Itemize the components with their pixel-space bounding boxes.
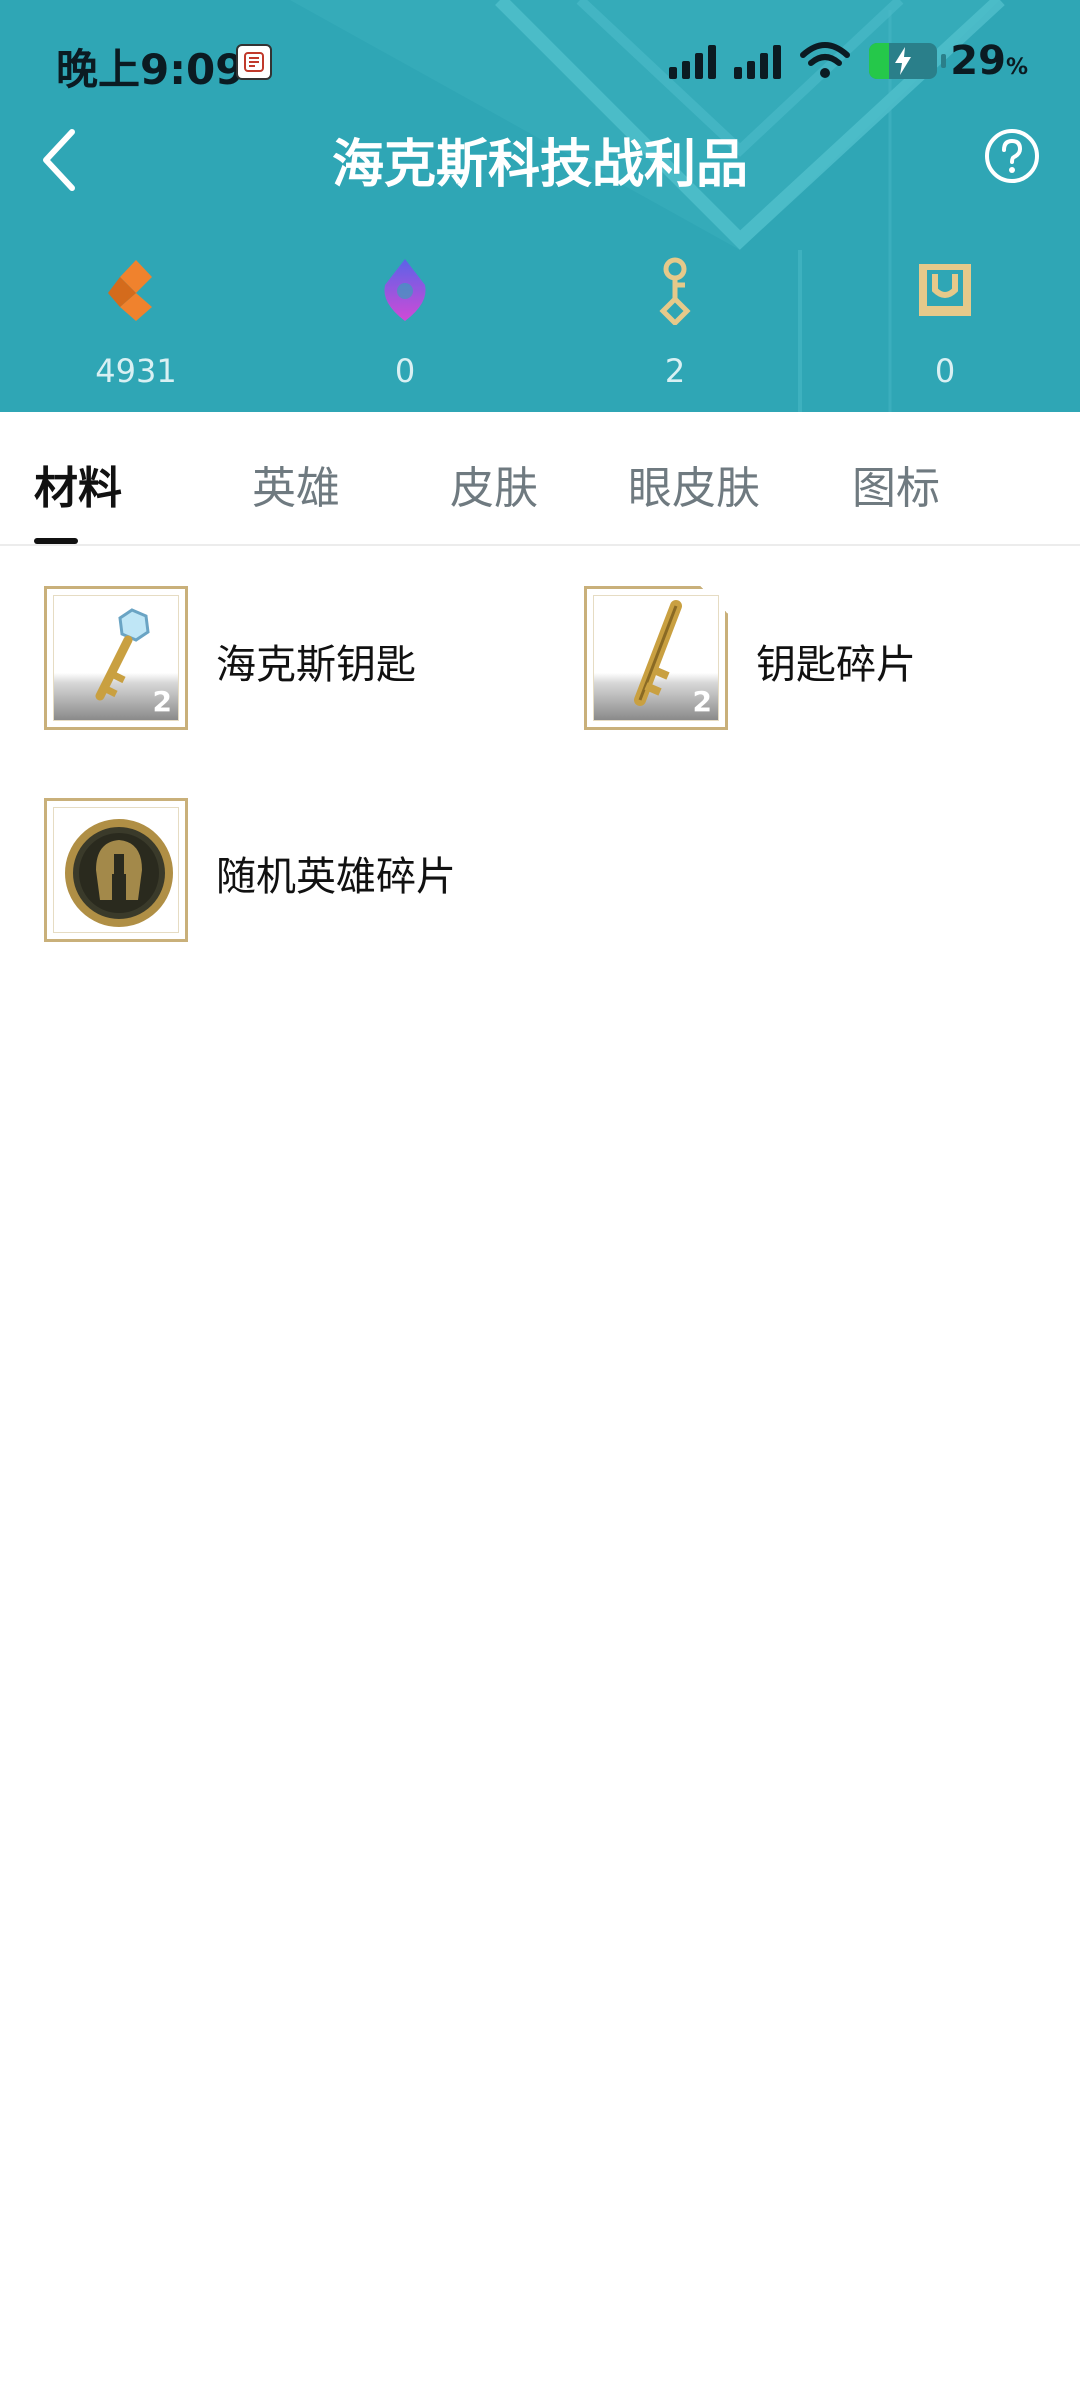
item-thumbnail: 2 bbox=[44, 586, 188, 730]
currency-value: 0 bbox=[394, 352, 416, 390]
currency-chest: 0 bbox=[845, 250, 1045, 390]
header: 晚上9:09 29% 海克斯科技战利品 4931 0 2 0 bbox=[0, 0, 1080, 412]
currency-row: 4931 0 2 0 bbox=[0, 250, 1080, 400]
item-thumbnail: 2 bbox=[584, 586, 728, 730]
battery-fill bbox=[869, 43, 889, 79]
loot-item-key-fragment[interactable]: 2 钥匙碎片 bbox=[584, 586, 1044, 730]
category-tabs: 材料 英雄 皮肤 眼皮肤 图标 bbox=[0, 412, 1080, 546]
status-icons: 29% bbox=[669, 36, 1028, 86]
tab-skins[interactable]: 皮肤 bbox=[450, 452, 538, 516]
battery-icon bbox=[869, 43, 938, 79]
page-title: 海克斯科技战利品 bbox=[331, 135, 748, 195]
item-thumbnail bbox=[44, 798, 188, 942]
question-circle-icon bbox=[985, 129, 1039, 183]
notification-app-icon bbox=[236, 44, 272, 80]
tab-ward-skins[interactable]: 眼皮肤 bbox=[628, 452, 760, 516]
key-icon bbox=[659, 257, 691, 325]
loot-item-champion-shard[interactable]: 随机英雄碎片 bbox=[44, 798, 564, 942]
currency-value: 0 bbox=[934, 352, 956, 390]
orange-essence-icon bbox=[108, 260, 152, 321]
status-bar: 晚上9:09 29% bbox=[0, 0, 1080, 120]
item-name: 随机英雄碎片 bbox=[216, 854, 456, 900]
currency-gem: 0 bbox=[305, 250, 505, 390]
cell-signal-1-icon bbox=[669, 43, 717, 79]
cell-signal-2-icon bbox=[734, 43, 782, 79]
chest-icon bbox=[919, 264, 971, 316]
tab-champions[interactable]: 英雄 bbox=[252, 452, 340, 516]
status-time: 晚上9:09 bbox=[56, 45, 245, 94]
currency-value: 4931 bbox=[95, 352, 177, 390]
help-button[interactable] bbox=[982, 126, 1042, 186]
purple-gem-icon bbox=[384, 259, 426, 321]
tab-icons[interactable]: 图标 bbox=[852, 452, 940, 516]
champion-shard-icon bbox=[65, 819, 173, 927]
battery-indicator: 29% bbox=[869, 38, 1028, 84]
tab-materials[interactable]: 材料 bbox=[34, 452, 122, 516]
item-name: 钥匙碎片 bbox=[756, 642, 916, 688]
item-count: 2 bbox=[152, 685, 172, 718]
wifi-icon bbox=[800, 42, 851, 78]
currency-value: 2 bbox=[664, 352, 686, 390]
item-count: 2 bbox=[692, 685, 712, 718]
battery-percent: 29% bbox=[950, 38, 1028, 84]
loot-item-hextech-key[interactable]: 2 海克斯钥匙 bbox=[44, 586, 504, 730]
active-tab-indicator bbox=[34, 538, 78, 544]
currency-essence: 4931 bbox=[36, 250, 236, 390]
item-name: 海克斯钥匙 bbox=[216, 642, 416, 688]
currency-key: 2 bbox=[575, 250, 775, 390]
